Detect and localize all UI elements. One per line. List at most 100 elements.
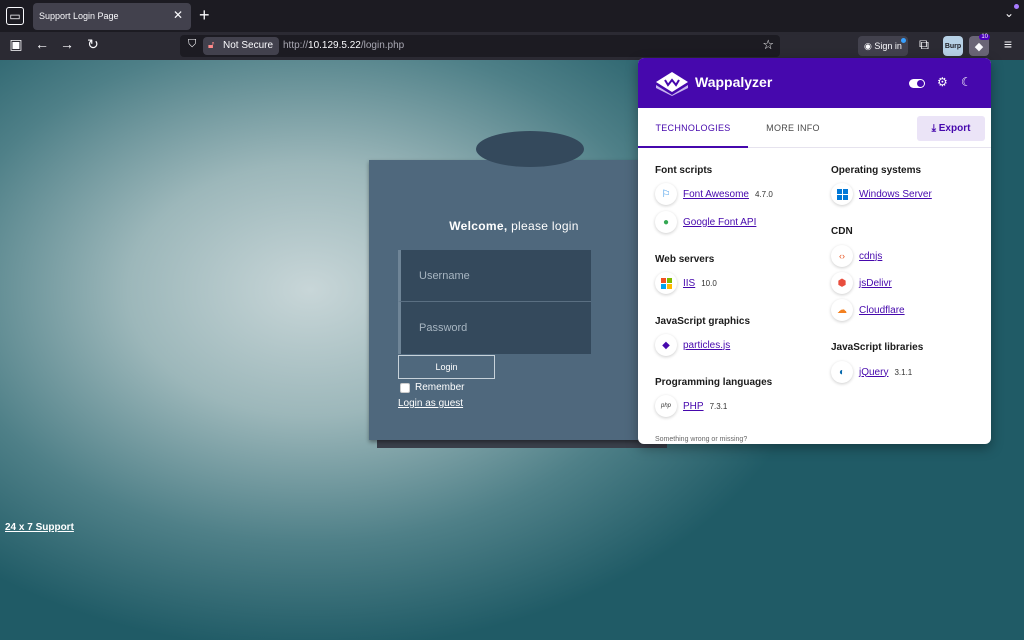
windows-icon-svg <box>836 188 848 200</box>
php-icon: php <box>655 395 677 417</box>
tech-name: Windows Server <box>859 188 932 200</box>
login-button[interactable]: Login <box>398 355 495 379</box>
chevron-down-icon[interactable]: ⌄ <box>1004 6 1014 20</box>
url-path: /login.php <box>360 40 405 51</box>
flag-icon: ⚐ <box>655 183 677 205</box>
tech-name: cdnjs <box>859 250 883 262</box>
enable-toggle[interactable] <box>909 79 925 88</box>
remember-row: Remember <box>400 382 464 393</box>
avatar <box>476 131 584 167</box>
password-field[interactable]: Password <box>398 302 591 354</box>
extensions-puzzle-icon[interactable]: ⧉ <box>914 36 934 53</box>
tech-version: 3.1.1 <box>894 367 913 377</box>
tab-title: Support Login Page <box>39 11 119 21</box>
welcome-heading: Welcome, please login <box>369 219 659 233</box>
tech-name: PHP <box>683 400 704 412</box>
welcome-bold: Welcome, <box>449 219 508 233</box>
sign-in-dot <box>900 38 906 43</box>
login-panel: Welcome, please login Username Password … <box>369 160 659 440</box>
bookmark-star-icon[interactable]: ☆ <box>762 37 774 53</box>
gear-icon[interactable]: ⚙ <box>937 75 948 89</box>
tech-name: jQuery <box>859 366 889 378</box>
tech-name: Cloudflare <box>859 304 905 316</box>
new-tab-button[interactable]: + <box>199 5 210 26</box>
tech-jsdelivr[interactable]: ⬢ jsDelivr <box>831 271 892 295</box>
tech-particles-js[interactable]: ◆ particles.js <box>655 333 730 357</box>
tech-jquery[interactable]: ◐ jQuery 3.1.1 <box>831 360 912 384</box>
tech-version: 10.0 <box>701 278 717 288</box>
menu-icon[interactable]: ≡ <box>998 36 1018 52</box>
account-icon: ◉ <box>864 41 875 51</box>
url-prefix: http:// <box>283 40 309 51</box>
tech-windows-server[interactable]: Windows Server <box>831 182 932 206</box>
shield-icon[interactable]: ⛉ <box>188 38 196 51</box>
close-tab-icon[interactable]: ✕ <box>173 8 183 22</box>
wappalyzer-small-icon: ◆ <box>974 40 984 53</box>
wappalyzer-title: Wappalyzer <box>695 74 773 90</box>
login-as-guest-link[interactable]: Login as guest <box>398 398 463 409</box>
export-button[interactable]: ⤓ Export <box>917 116 985 141</box>
windows-logo-icon <box>655 272 677 294</box>
reload-icon[interactable]: ↻ <box>83 36 103 53</box>
tech-name: particles.js <box>683 339 731 351</box>
tech-php[interactable]: php PHP 7.3.1 <box>655 394 727 418</box>
cloudflare-icon: ☁ <box>831 299 853 321</box>
welcome-rest: please login <box>507 219 579 233</box>
sidebar-icon[interactable]: ▣ <box>6 36 26 53</box>
category-web-servers: Web servers <box>655 254 715 265</box>
support-link[interactable]: 24 x 7 Support <box>5 522 74 533</box>
moon-icon[interactable]: ☾ <box>961 75 972 89</box>
category-js-libraries: JavaScript libraries <box>831 342 924 353</box>
wappalyzer-extension-icon[interactable]: ◆ 10 <box>969 34 990 56</box>
remember-label: Remember <box>415 382 465 393</box>
tech-iis[interactable]: IIS 10.0 <box>655 271 717 295</box>
notification-dot <box>1014 4 1019 9</box>
tech-cloudflare[interactable]: ☁ Cloudflare <box>831 298 905 322</box>
tab-list-icon[interactable]: ▭ <box>6 7 24 25</box>
wappalyzer-footer-link[interactable]: Something wrong or missing? <box>655 436 747 443</box>
remember-checkbox[interactable] <box>400 382 410 393</box>
category-operating-systems: Operating systems <box>831 165 922 176</box>
tab-bar: ▭ Support Login Page ✕ + ⌄ <box>0 0 1024 32</box>
sign-in-button[interactable]: ◉ Sign in <box>858 36 908 56</box>
url-text[interactable]: http://10.129.5.22/login.php <box>283 40 404 51</box>
nav-bar: ▣ ← → ↻ ⛉ 🔓︎ Not Secure http://10.129.5.… <box>0 32 1024 60</box>
wappalyzer-tabs: TECHNOLOGIES MORE INFO ⤓ Export <box>638 108 991 148</box>
tab-more-info[interactable]: MORE INFO <box>748 108 838 148</box>
tech-google-font-api[interactable]: ● Google Font API <box>655 210 756 234</box>
lock-icon: 🔓︎ <box>208 40 215 51</box>
tech-name: jsDelivr <box>859 277 892 289</box>
url-host: 10.129.5.22 <box>308 40 361 51</box>
jquery-icon: ◐ <box>831 361 853 383</box>
burp-extension-icon[interactable]: Burp <box>943 36 963 56</box>
category-programming-languages: Programming languages <box>655 377 773 388</box>
back-icon[interactable]: ← <box>32 36 52 52</box>
tech-name: Google Font API <box>683 216 757 228</box>
tab-technologies[interactable]: TECHNOLOGIES <box>638 108 748 148</box>
export-label: Export <box>938 123 971 134</box>
particles-icon: ◆ <box>655 334 677 356</box>
sign-in-label: Sign in <box>874 41 902 51</box>
download-icon: ⤓ <box>931 123 939 134</box>
tech-version: 4.7.0 <box>754 189 773 199</box>
google-fonts-icon: ● <box>655 211 677 233</box>
tech-font-awesome[interactable]: ⚐ Font Awesome 4.7.0 <box>655 182 773 206</box>
jsdelivr-icon: ⬢ <box>831 272 853 294</box>
windows-icon <box>831 183 853 205</box>
category-font-scripts: Font scripts <box>655 165 713 176</box>
not-secure-label: Not Secure <box>223 40 274 51</box>
extension-badge: 10 <box>979 34 990 40</box>
url-bar[interactable]: ⛉ 🔓︎ Not Secure http://10.129.5.22/login… <box>180 35 780 57</box>
burp-label: Burp <box>944 42 962 50</box>
cdnjs-icon: ‹› <box>831 245 853 267</box>
username-field[interactable]: Username <box>398 250 591 302</box>
windows-logo-svg <box>660 277 672 289</box>
tab-active[interactable]: Support Login Page ✕ <box>33 3 191 30</box>
tech-name: Font Awesome <box>683 188 749 200</box>
wappalyzer-popup: Wappalyzer ⚙ ☾ TECHNOLOGIES MORE INFO ⤓ … <box>638 58 991 444</box>
wappalyzer-logo-icon <box>656 72 688 96</box>
forward-icon[interactable]: → <box>57 36 77 52</box>
tech-cdnjs[interactable]: ‹› cdnjs <box>831 244 882 268</box>
tech-version: 7.3.1 <box>709 401 728 411</box>
not-secure-badge[interactable]: 🔓︎ Not Secure <box>203 37 280 55</box>
